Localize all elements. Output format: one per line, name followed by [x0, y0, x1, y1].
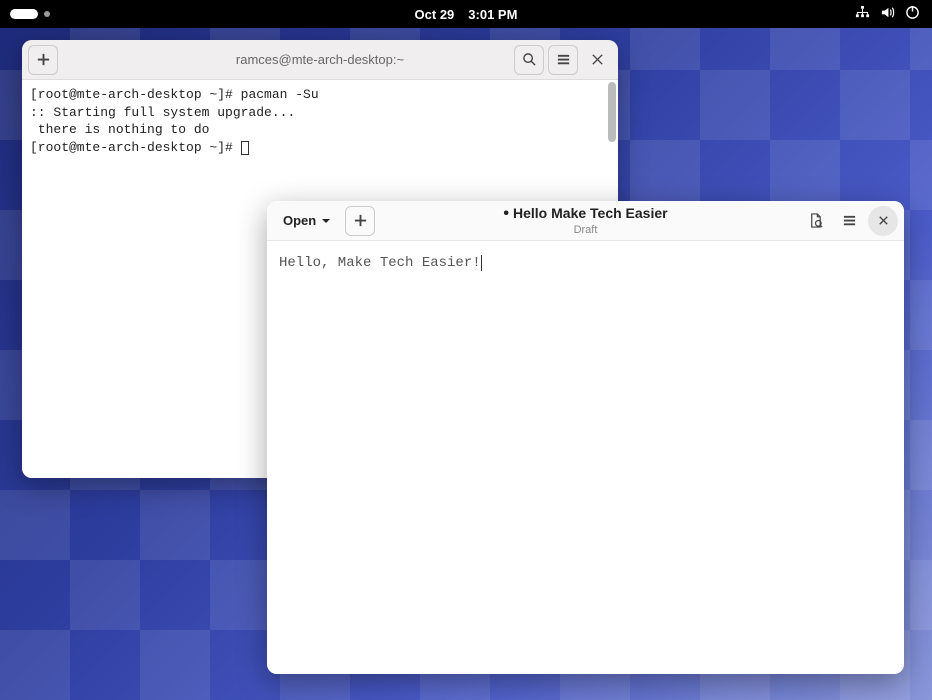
terminal-cursor — [241, 141, 249, 155]
text-cursor — [481, 255, 482, 271]
volume-icon[interactable] — [880, 5, 895, 23]
power-icon[interactable] — [905, 5, 920, 23]
menu-button[interactable] — [834, 206, 864, 236]
new-tab-button[interactable] — [345, 206, 375, 236]
clock[interactable]: Oct 29 3:01 PM — [415, 7, 518, 22]
activities-button[interactable] — [10, 9, 50, 19]
editor-headerbar: Open •Hello Make Tech Easier Draft — [267, 201, 904, 241]
system-tray[interactable] — [855, 5, 920, 23]
terminal-prompt: [root@mte-arch-desktop ~]# — [30, 140, 241, 155]
document-icon — [808, 213, 823, 228]
plus-icon — [353, 213, 368, 228]
terminal-output: :: Starting full system upgrade... — [30, 105, 295, 120]
modified-indicator: • — [503, 205, 509, 222]
document-title: Hello Make Tech Easier — [513, 205, 668, 221]
plus-icon — [36, 52, 51, 67]
editor-textarea[interactable]: Hello, Make Tech Easier! — [267, 241, 904, 674]
search-button[interactable] — [514, 45, 544, 75]
scrollbar[interactable] — [608, 82, 616, 142]
text-editor-window: Open •Hello Make Tech Easier Draft — [267, 201, 904, 674]
close-button[interactable] — [582, 45, 612, 75]
hamburger-icon — [556, 52, 571, 67]
terminal-title: ramces@mte-arch-desktop:~ — [236, 52, 404, 67]
document-info-button[interactable] — [800, 206, 830, 236]
close-button[interactable] — [868, 206, 898, 236]
terminal-command: pacman -Su — [241, 87, 319, 102]
terminal-prompt: [root@mte-arch-desktop ~]# — [30, 87, 241, 102]
close-icon — [876, 213, 891, 228]
menu-button[interactable] — [548, 45, 578, 75]
open-button[interactable]: Open — [273, 206, 341, 236]
panel-time: 3:01 PM — [468, 7, 517, 22]
close-icon — [590, 52, 605, 67]
search-icon — [522, 52, 537, 67]
top-panel: Oct 29 3:01 PM — [0, 0, 932, 28]
hamburger-icon — [842, 213, 857, 228]
terminal-headerbar: ramces@mte-arch-desktop:~ — [22, 40, 618, 80]
editor-text: Hello, Make Tech Easier! — [279, 255, 481, 271]
chevron-down-icon — [321, 216, 331, 226]
network-icon[interactable] — [855, 5, 870, 23]
terminal-output: there is nothing to do — [30, 122, 209, 137]
open-label: Open — [283, 213, 316, 228]
new-tab-button[interactable] — [28, 45, 58, 75]
panel-date: Oct 29 — [415, 7, 455, 22]
